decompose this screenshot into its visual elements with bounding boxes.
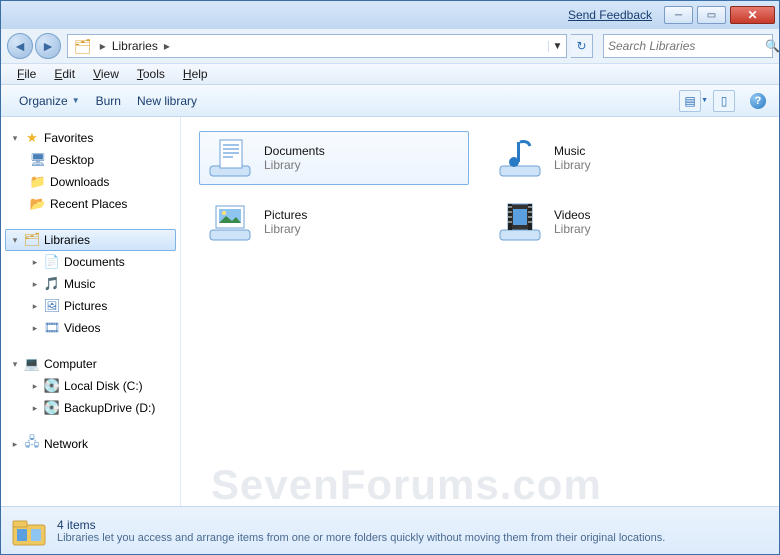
expand-icon[interactable]: ▸ [30, 381, 40, 392]
close-button[interactable]: ✕ [730, 6, 775, 24]
video-library-icon [496, 200, 544, 244]
expand-icon[interactable]: ▸ [30, 403, 40, 414]
picture-library-icon [206, 200, 254, 244]
tree-item-music[interactable]: ▸🎵Music [5, 273, 176, 295]
burn-button[interactable]: Burn [88, 90, 129, 112]
tile-sub: Library [554, 158, 591, 172]
tile-sub: Library [554, 222, 591, 236]
preview-pane-button[interactable]: ▯ [713, 90, 735, 112]
tile-name: Documents [264, 144, 325, 158]
help-button[interactable]: ? [747, 90, 769, 112]
video-icon: 🎞 [44, 320, 60, 336]
search-icon[interactable]: 🔍 [765, 39, 780, 53]
details-pane: 4 items Libraries let you access and arr… [1, 506, 779, 554]
collapse-icon[interactable]: ▾ [10, 133, 20, 144]
breadcrumb: ▸ Libraries ▸ [98, 39, 548, 53]
navigation-pane: ▾★Favorites 🖥Desktop 📁Downloads 📂Recent … [1, 117, 181, 506]
tree-item-desktop[interactable]: 🖥Desktop [5, 149, 176, 171]
library-tile-pictures[interactable]: PicturesLibrary [199, 195, 469, 249]
minimize-button[interactable]: ─ [664, 6, 693, 24]
libraries-icon: 🗂 [24, 232, 40, 248]
tree-item-pictures[interactable]: ▸🖼Pictures [5, 295, 176, 317]
tile-name: Videos [554, 208, 591, 222]
music-icon: 🎵 [44, 276, 60, 292]
tile-sub: Library [264, 222, 307, 236]
tree-item-videos[interactable]: ▸🎞Videos [5, 317, 176, 339]
content-pane: DocumentsLibrary MusicLibrary PicturesLi… [181, 117, 779, 506]
network-icon: 🖧 [24, 436, 40, 452]
organize-button[interactable]: Organize ▼ [11, 90, 88, 112]
search-input[interactable] [608, 39, 765, 53]
star-icon: ★ [24, 130, 40, 146]
tile-name: Music [554, 144, 591, 158]
breadcrumb-libraries[interactable]: Libraries [108, 39, 162, 53]
navigation-bar: ◄ ► 🗂 ▸ Libraries ▸ ▼ ↻ 🔍 [1, 29, 779, 63]
view-options-button[interactable]: ▤▼ [679, 90, 701, 112]
tile-name: Pictures [264, 208, 307, 222]
tree-computer[interactable]: ▾💻Computer [5, 353, 176, 375]
document-icon: 📄 [44, 254, 60, 270]
send-feedback-link[interactable]: Send Feedback [568, 8, 652, 22]
expand-icon[interactable]: ▸ [10, 439, 20, 450]
libraries-icon [11, 513, 47, 549]
menu-view[interactable]: View [85, 65, 127, 83]
disk-icon: 💽 [44, 378, 60, 394]
search-box[interactable]: 🔍 [603, 34, 773, 58]
library-tile-music[interactable]: MusicLibrary [489, 131, 759, 185]
computer-icon: 💻 [24, 356, 40, 372]
maximize-button[interactable]: ▭ [697, 6, 726, 24]
tree-item-recent[interactable]: 📂Recent Places [5, 193, 176, 215]
document-library-icon [206, 136, 254, 180]
picture-icon: 🖼 [44, 298, 60, 314]
tree-item-localdisk[interactable]: ▸💽Local Disk (C:) [5, 375, 176, 397]
tree-item-documents[interactable]: ▸📄Documents [5, 251, 176, 273]
forward-button[interactable]: ► [35, 33, 61, 59]
tree-item-downloads[interactable]: 📁Downloads [5, 171, 176, 193]
menu-help[interactable]: Help [175, 65, 216, 83]
menu-edit[interactable]: Edit [46, 65, 83, 83]
status-count: 4 items [57, 518, 665, 532]
expand-icon[interactable]: ▸ [30, 323, 40, 334]
collapse-icon[interactable]: ▾ [10, 359, 20, 370]
menu-bar: FFileile Edit View Tools Help [1, 63, 779, 85]
chevron-down-icon: ▼ [701, 97, 708, 104]
tile-sub: Library [264, 158, 325, 172]
desktop-icon: 🖥 [30, 152, 46, 168]
menu-tools[interactable]: Tools [129, 65, 173, 83]
status-desc: Libraries let you access and arrange ite… [57, 532, 665, 544]
collapse-icon[interactable]: ▾ [10, 235, 20, 246]
expand-icon[interactable]: ▸ [30, 279, 40, 290]
new-library-button[interactable]: New library [129, 90, 205, 112]
help-icon: ? [750, 93, 766, 109]
music-library-icon [496, 136, 544, 180]
address-bar[interactable]: 🗂 ▸ Libraries ▸ ▼ [67, 34, 567, 58]
chevron-down-icon: ▼ [72, 96, 80, 105]
tree-libraries[interactable]: ▾🗂Libraries [5, 229, 176, 251]
address-dropdown[interactable]: ▼ [548, 41, 566, 52]
refresh-button[interactable]: ↻ [571, 34, 593, 58]
recent-icon: 📂 [30, 196, 46, 212]
folder-icon: 📁 [30, 174, 46, 190]
tree-favorites[interactable]: ▾★Favorites [5, 127, 176, 149]
command-bar: Organize ▼ Burn New library ▤▼ ▯ ? [1, 85, 779, 117]
menu-file[interactable]: FFileile [9, 65, 44, 83]
expand-icon[interactable]: ▸ [30, 257, 40, 268]
library-tile-documents[interactable]: DocumentsLibrary [199, 131, 469, 185]
back-button[interactable]: ◄ [7, 33, 33, 59]
libraries-icon: 🗂 [68, 38, 98, 55]
chevron-right-icon[interactable]: ▸ [162, 39, 172, 53]
tree-item-backupdrive[interactable]: ▸💽BackupDrive (D:) [5, 397, 176, 419]
disk-icon: 💽 [44, 400, 60, 416]
tree-network[interactable]: ▸🖧Network [5, 433, 176, 455]
expand-icon[interactable]: ▸ [30, 301, 40, 312]
chevron-right-icon[interactable]: ▸ [98, 39, 108, 53]
title-bar: Send Feedback ─ ▭ ✕ [1, 1, 779, 29]
library-tile-videos[interactable]: VideosLibrary [489, 195, 759, 249]
